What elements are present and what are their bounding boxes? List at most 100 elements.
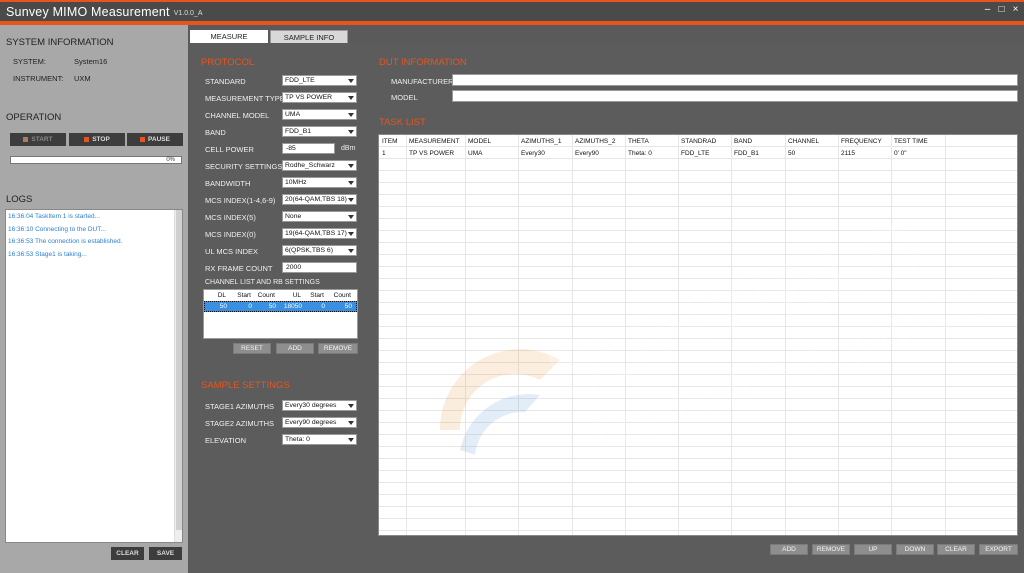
system-label: SYSTEM: [13,57,46,66]
col-divider [945,135,946,535]
mcs1-label: MCS INDEX(1-4,6-9) [205,196,276,205]
th-azimuths-2: AZIMUTHS_2 [575,138,616,145]
stage2-select[interactable]: Every90 degrees [282,417,357,428]
chevron-down-icon [348,198,354,202]
close-icon[interactable]: × [1011,4,1020,15]
col-divider [891,135,892,535]
log-save-button[interactable]: SAVE [149,547,182,560]
task-clear-button[interactable]: CLEAR [937,544,975,555]
task-remove-button[interactable]: REMOVE [812,544,850,555]
stop-button[interactable]: STOP [69,133,125,146]
manufacturer-input[interactable] [452,74,1018,86]
task-down-button[interactable]: DOWN [896,544,934,555]
cell-power-unit: dBm [341,145,356,152]
col-divider [406,135,407,535]
operation-title: OPERATION [6,112,62,123]
mcs5-select[interactable]: None [282,211,357,222]
col-dl: DL [217,292,226,299]
sample-settings-title: SAMPLE SETTINGS [201,380,290,391]
meas-type-select[interactable]: TP VS POWER [282,92,357,103]
td-azimuths-2: Every90 [575,150,599,157]
pause-button[interactable]: PAUSE [127,133,183,146]
chevron-down-icon [348,421,354,425]
elevation-value: Theta: 0 [285,436,310,443]
col-divider [518,135,519,535]
td-channel: 50 [788,150,796,157]
td-azimuths-1: Every30 [521,150,545,157]
standard-select[interactable]: FDD_LTE [282,75,357,86]
elevation-select[interactable]: Theta: 0 [282,434,357,445]
stage1-select[interactable]: Every30 degrees [282,400,357,411]
task-up-button[interactable]: UP [854,544,892,555]
channel-list-label: CHANNEL LIST AND RB SETTINGS [205,279,320,286]
col-count: Count [257,292,275,299]
channel-model-select[interactable]: UMA [282,109,357,120]
progress-bar: 0% [10,156,182,164]
td-item: 1 [382,150,386,157]
system-info-title: SYSTEM INFORMATION [6,37,114,48]
mcs5-value: None [285,213,302,220]
start-button[interactable]: START [10,133,66,146]
stage2-value: Every90 degrees [285,419,337,426]
instrument-row: INSTRUMENT: UXM [13,74,91,83]
mcs0-select[interactable]: 19(64-QAM,TBS 17) [282,228,357,239]
mcs1-select[interactable]: 20(64-QAM,TBS 18) [282,194,357,205]
col-start: Start [237,292,251,299]
start-icon [23,137,29,142]
log-line: 16:36:04 TaskItem 1 is started... [8,213,101,220]
log-scroll-thumb[interactable] [176,210,182,530]
mcs1-value: 20(64-QAM,TBS 18) [285,196,347,203]
log-clear-button[interactable]: CLEAR [111,547,144,560]
app-version: V1.0.0_A [173,9,203,17]
task-table-header: ITEM MEASUREMENT MODEL AZIMUTHS_1 AZIMUT… [379,135,1017,147]
task-row[interactable]: 1 TP VS POWER UMA Every30 Every90 Theta:… [379,147,1017,159]
chevron-down-icon [348,79,354,83]
td-model: UMA [468,150,483,157]
channel-table[interactable]: DL Start Count UL Start Count 50 0 50 18… [203,289,358,339]
log-line: 16:36:53 Stage1 is taking... [8,250,87,258]
chevron-down-icon [348,130,354,134]
th-band: BAND [734,138,753,145]
ulmcs-select[interactable]: 6(QPSK,TBS 6) [282,245,357,256]
security-value: Rodhe_Schwarz [285,162,335,169]
ulmcs-value: 6(QPSK,TBS 6) [285,247,333,254]
rx-frame-input[interactable]: 2000 [282,262,357,273]
col-divider [465,135,466,535]
app-title: Sunvey MIMO Measurement [6,4,170,19]
maximize-icon[interactable]: □ [997,4,1006,15]
task-add-button[interactable]: ADD [770,544,808,555]
task-list-table[interactable]: ITEM MEASUREMENT MODEL AZIMUTHS_1 AZIMUT… [378,134,1018,536]
security-select[interactable]: Rodhe_Schwarz [282,160,357,171]
stage1-value: Every30 degrees [285,402,337,409]
log-box[interactable]: 16:36:04 TaskItem 1 is started... 16:36:… [5,209,183,543]
chevron-down-icon [348,181,354,185]
bandwidth-select[interactable]: 10MHz [282,177,357,188]
chevron-down-icon [348,232,354,236]
td-frequency: 2115 [841,150,855,157]
tab-measure[interactable]: MEASURE [190,30,268,43]
remove-channel-button[interactable]: REMOVE [318,343,358,354]
log-scrollbar[interactable] [174,210,182,542]
minimize-icon[interactable]: – [983,4,992,15]
band-select[interactable]: FDD_B1 [282,126,357,137]
tab-sample-info[interactable]: SAMPLE INFO [270,30,348,43]
channel-model-label: CHANNEL MODEL [205,111,270,120]
td-band: FDD_B1 [734,150,759,157]
system-value: System16 [74,57,108,66]
model-input[interactable] [452,90,1018,102]
chevron-down-icon [348,404,354,408]
task-export-button[interactable]: EXPORT [979,544,1018,555]
grid-lines [379,135,1017,535]
reset-button[interactable]: RESET [233,343,271,354]
log-line: 16:36:53 The connection is established. [8,238,123,245]
bandwidth-value: 10MHz [285,179,307,186]
meas-type-label: MEASUREMENT TYPE [205,94,285,103]
chevron-down-icon [348,215,354,219]
protocol-title: PROTOCOL [201,57,255,68]
col-divider [572,135,573,535]
channel-table-row[interactable]: 50 0 50 18050 0 50 [204,301,357,312]
add-channel-button[interactable]: ADD [276,343,314,354]
model-label: MODEL [391,93,418,102]
th-theta: THETA [628,138,649,145]
cell-power-input[interactable]: -85 [282,143,335,154]
